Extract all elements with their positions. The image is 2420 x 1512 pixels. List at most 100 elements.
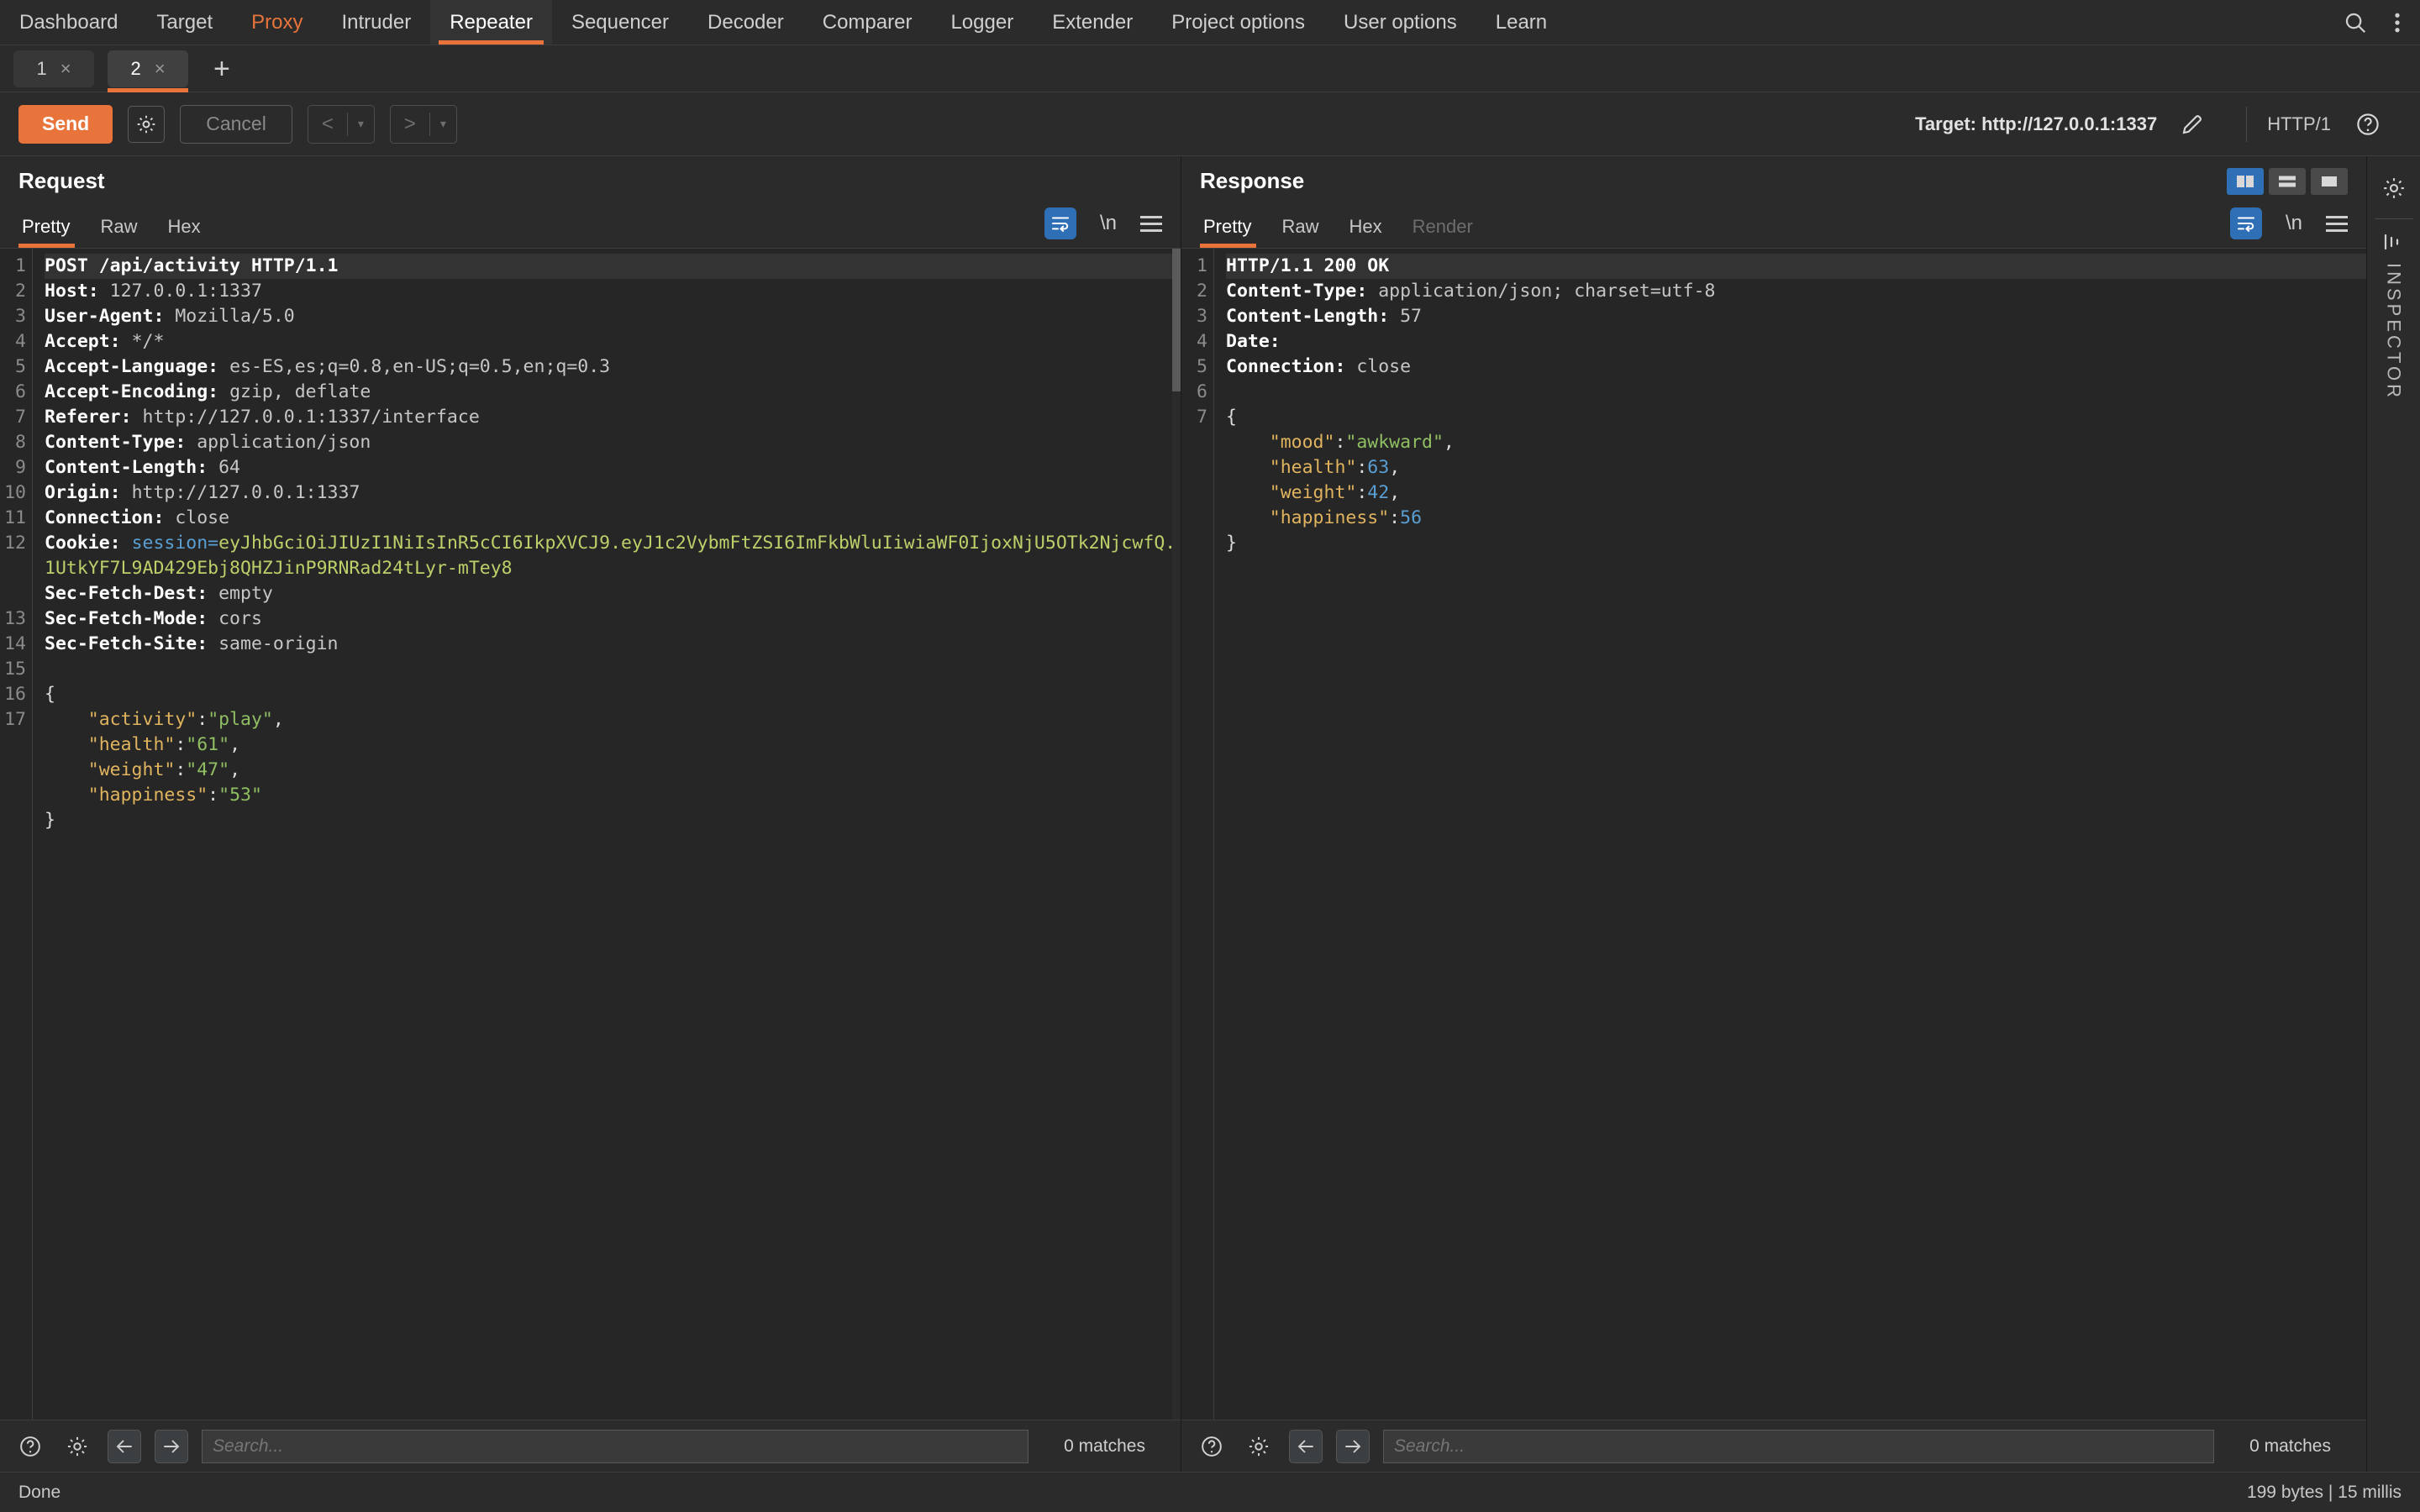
word-wrap-icon[interactable] xyxy=(2229,207,2262,239)
scrollbar-thumb[interactable] xyxy=(1172,249,1181,391)
help-circle-icon[interactable] xyxy=(1195,1430,1228,1463)
hamburger-menu-icon[interactable] xyxy=(1140,215,1162,232)
code-line[interactable]: HTTP/1.1 200 OK xyxy=(1226,254,2366,279)
code-line[interactable]: "happiness":56 xyxy=(1226,506,2366,531)
response-editor-area[interactable]: 1234567 HTTP/1.1 200 OK Content-Type: app… xyxy=(1181,248,2366,1420)
add-tab-button[interactable]: + xyxy=(202,55,242,83)
request-scrollbar[interactable] xyxy=(1172,249,1181,1420)
code-line[interactable]: Host: 127.0.0.1:1337 xyxy=(45,279,1181,304)
newline-icon[interactable]: \n xyxy=(1100,212,1117,235)
request-tab-hex[interactable]: Hex xyxy=(152,216,215,248)
request-tab-pretty[interactable]: Pretty xyxy=(18,216,85,248)
single-pane-layout-button[interactable] xyxy=(2311,168,2348,195)
code-line[interactable]: POST /api/activity HTTP/1.1 xyxy=(45,254,1181,279)
code-line[interactable]: Date: xyxy=(1226,329,2366,354)
code-line[interactable]: Connection: close xyxy=(45,506,1181,531)
menu-item-user-options[interactable]: User options xyxy=(1324,0,1476,45)
code-line[interactable]: "happiness":"53" xyxy=(45,783,1181,808)
menu-item-repeater[interactable]: Repeater xyxy=(430,0,552,45)
code-line[interactable]: Content-Length: 64 xyxy=(45,455,1181,480)
repeater-tab-2[interactable]: 2 × xyxy=(108,50,188,92)
code-line[interactable]: Origin: http://127.0.0.1:1337 xyxy=(45,480,1181,506)
kebab-menu-icon[interactable] xyxy=(2393,10,2402,35)
code-line[interactable]: Accept-Encoding: gzip, deflate xyxy=(45,380,1181,405)
search-forward-button[interactable] xyxy=(155,1429,188,1463)
code-line[interactable]: Sec-Fetch-Mode: cors xyxy=(45,606,1181,632)
code-line[interactable]: Connection: close xyxy=(1226,354,2366,380)
menu-item-comparer[interactable]: Comparer xyxy=(803,0,932,45)
request-tab-raw[interactable]: Raw xyxy=(85,216,152,248)
request-settings-gear-icon[interactable] xyxy=(128,105,166,143)
side-by-side-layout-button[interactable] xyxy=(2227,168,2264,195)
code-line[interactable]: } xyxy=(1226,531,2366,556)
response-tab-hex[interactable]: Hex xyxy=(1334,216,1397,248)
menu-item-sequencer[interactable]: Sequencer xyxy=(552,0,688,45)
http-version-label[interactable]: HTTP/1 xyxy=(2267,113,2331,135)
collapse-panel-icon[interactable] xyxy=(2381,233,2407,251)
menu-item-learn[interactable]: Learn xyxy=(1476,0,1566,45)
code-line[interactable] xyxy=(45,657,1181,682)
code-line[interactable]: Sec-Fetch-Dest: empty xyxy=(45,581,1181,606)
code-line[interactable]: { xyxy=(45,682,1181,707)
hamburger-menu-icon[interactable] xyxy=(2326,215,2348,232)
chevron-down-icon[interactable]: ▾ xyxy=(348,106,374,143)
menu-item-logger[interactable]: Logger xyxy=(931,0,1033,45)
code-line[interactable]: "mood":"awkward", xyxy=(1226,430,2366,455)
code-line[interactable]: Cookie: session=eyJhbGciOiJIUzI1NiIsInR5… xyxy=(45,531,1181,581)
code-line[interactable]: User-Agent: Mozilla/5.0 xyxy=(45,304,1181,329)
code-line[interactable]: "weight":"47", xyxy=(45,758,1181,783)
response-editor[interactable]: 1234567 HTTP/1.1 200 OK Content-Type: app… xyxy=(1181,249,2366,1420)
pencil-icon[interactable] xyxy=(2174,106,2211,143)
menu-item-extender[interactable]: Extender xyxy=(1033,0,1152,45)
code-line[interactable]: "health":63, xyxy=(1226,455,2366,480)
code-line[interactable]: Accept: */* xyxy=(45,329,1181,354)
stacked-layout-button[interactable] xyxy=(2269,168,2306,195)
code-line[interactable]: "weight":42, xyxy=(1226,480,2366,506)
close-icon[interactable]: × xyxy=(60,58,71,80)
menu-item-proxy[interactable]: Proxy xyxy=(232,0,322,45)
code-line[interactable]: Content-Type: application/json xyxy=(45,430,1181,455)
code-line[interactable] xyxy=(1226,380,2366,405)
code-line[interactable]: Content-Length: 57 xyxy=(1226,304,2366,329)
response-search-input[interactable] xyxy=(1383,1429,2215,1463)
gear-icon[interactable] xyxy=(1242,1430,1276,1463)
gear-icon[interactable] xyxy=(2377,171,2411,205)
request-code-content[interactable]: POST /api/activity HTTP/1.1 Host: 127.0.0… xyxy=(32,249,1181,1420)
search-forward-button[interactable] xyxy=(1336,1429,1370,1463)
search-back-button[interactable] xyxy=(1289,1429,1323,1463)
request-search-input[interactable] xyxy=(202,1429,1029,1463)
send-button[interactable]: Send xyxy=(18,104,113,144)
code-line[interactable]: Sec-Fetch-Site: same-origin xyxy=(45,632,1181,657)
newline-icon[interactable]: \n xyxy=(2286,212,2302,235)
gear-icon[interactable] xyxy=(60,1430,94,1463)
menu-item-target[interactable]: Target xyxy=(137,0,232,45)
repeater-tab-1[interactable]: 1 × xyxy=(13,50,94,87)
code-line[interactable]: { xyxy=(1226,405,2366,430)
code-line[interactable]: Content-Type: application/json; charset=… xyxy=(1226,279,2366,304)
code-line[interactable]: "health":"61", xyxy=(45,732,1181,758)
request-editor[interactable]: 123456789101112..1314151617 POST /api/ac… xyxy=(0,249,1181,1420)
word-wrap-icon[interactable] xyxy=(1044,207,1076,239)
code-token: "47" xyxy=(186,759,230,780)
response-tab-raw[interactable]: Raw xyxy=(1266,216,1334,248)
request-editor-area[interactable]: 123456789101112..1314151617 POST /api/ac… xyxy=(0,248,1181,1420)
menu-item-decoder[interactable]: Decoder xyxy=(688,0,803,45)
search-back-button[interactable] xyxy=(108,1429,141,1463)
menu-item-dashboard[interactable]: Dashboard xyxy=(0,0,137,45)
code-line[interactable]: Referer: http://127.0.0.1:1337/interface xyxy=(45,405,1181,430)
search-icon[interactable] xyxy=(2343,10,2368,35)
help-circle-icon[interactable] xyxy=(13,1430,47,1463)
response-tab-pretty[interactable]: Pretty xyxy=(1200,216,1266,248)
response-code-content[interactable]: HTTP/1.1 200 OK Content-Type: application… xyxy=(1213,249,2366,1420)
menu-item-intruder[interactable]: Intruder xyxy=(322,0,430,45)
next-request-button[interactable]: > ▾ xyxy=(389,104,457,144)
code-line[interactable]: "activity":"play", xyxy=(45,707,1181,732)
close-icon[interactable]: × xyxy=(155,58,166,80)
code-line[interactable]: } xyxy=(45,808,1181,833)
menu-item-project-options[interactable]: Project options xyxy=(1152,0,1324,45)
chevron-down-icon[interactable]: ▾ xyxy=(430,106,456,143)
help-circle-icon[interactable] xyxy=(2349,106,2386,143)
previous-request-button[interactable]: < ▾ xyxy=(307,104,375,144)
cancel-button[interactable]: Cancel xyxy=(180,104,292,144)
code-line[interactable]: Accept-Language: es-ES,es;q=0.8,en-US;q=… xyxy=(45,354,1181,380)
